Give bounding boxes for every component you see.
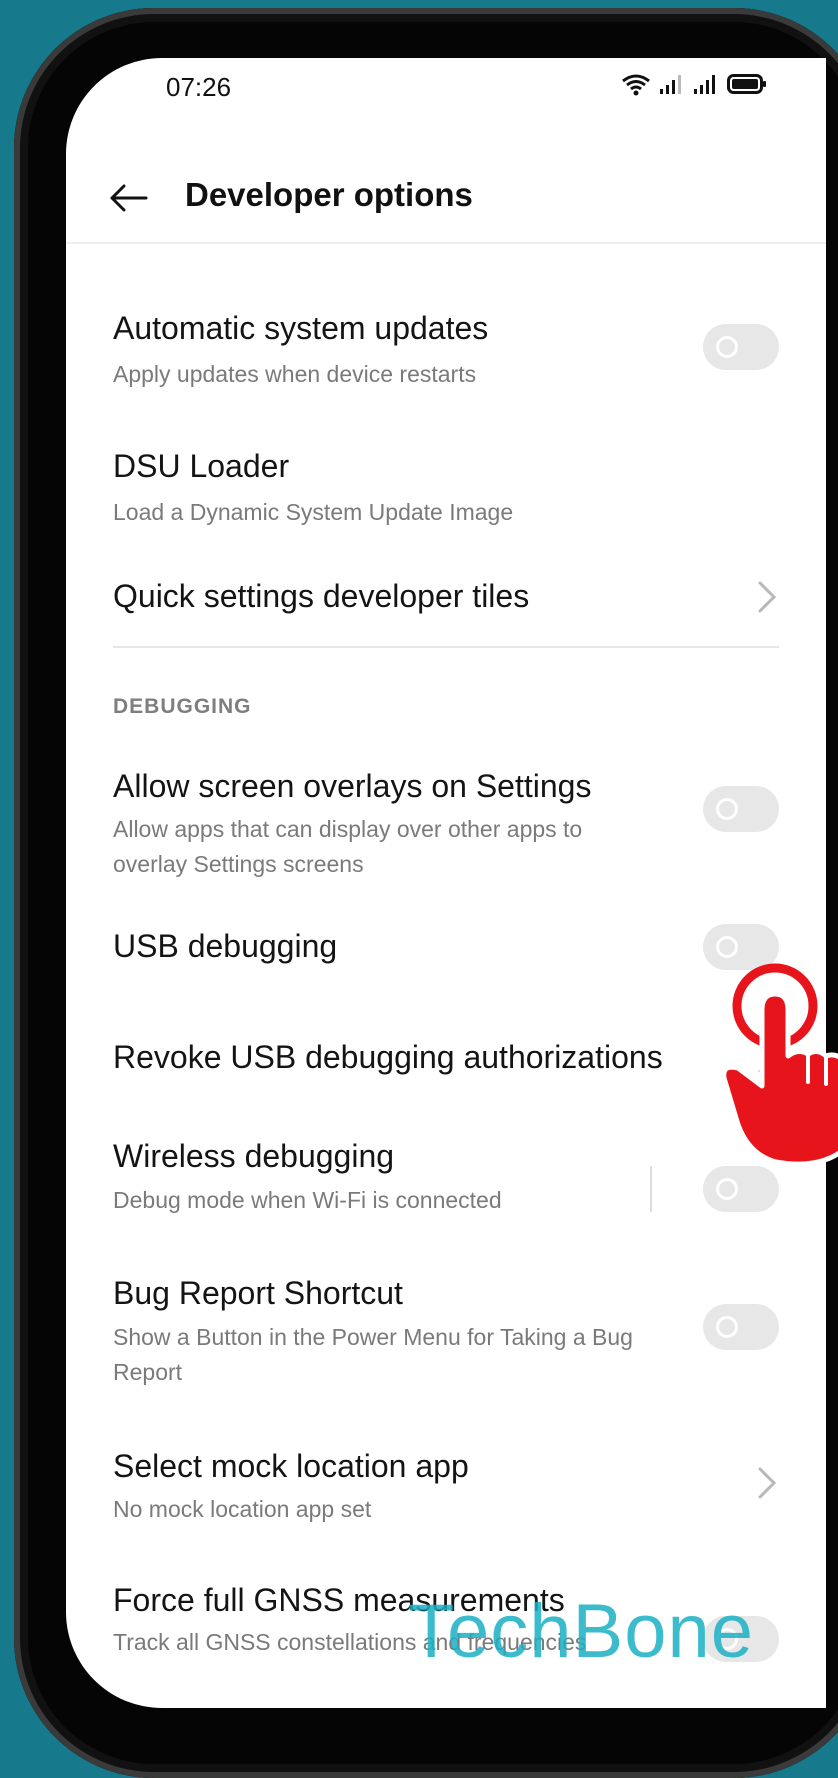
phone-screen: 07:26 Developer options Automatic system…	[66, 58, 826, 1708]
toggle-knob	[716, 1178, 738, 1200]
signal-icon	[660, 75, 681, 94]
chevron-right-icon	[758, 1467, 777, 1499]
toggle-switch[interactable]	[703, 324, 779, 370]
setting-subtitle: Allow apps that can display over other a…	[113, 816, 583, 877]
setting-title: Quick settings developer tiles	[113, 578, 530, 614]
status-icons	[621, 72, 767, 96]
setting-title: Select mock location app	[113, 1448, 469, 1484]
wifi-icon	[622, 74, 650, 96]
row-separator	[650, 1166, 652, 1212]
app-bar: Developer options	[66, 158, 826, 242]
setting-select-mock-location-app[interactable]: Select mock location app No mock locatio…	[66, 1428, 826, 1548]
toggle-knob	[716, 798, 738, 820]
setting-wireless-debugging[interactable]: Wireless debugging Debug mode when Wi-Fi…	[66, 1118, 826, 1248]
toggle-knob	[716, 936, 738, 958]
setting-bug-report-shortcut[interactable]: Bug Report Shortcut Show a Button in the…	[66, 1258, 826, 1398]
battery-icon	[727, 74, 766, 94]
setting-title: DSU Loader	[113, 448, 290, 484]
setting-title: USB debugging	[113, 928, 338, 964]
signal-icon	[694, 75, 715, 94]
status-time: 07:26	[166, 72, 232, 102]
setting-quick-settings-developer-tiles[interactable]: Quick settings developer tiles	[66, 558, 826, 658]
toggle-switch[interactable]	[703, 1166, 779, 1212]
setting-allow-screen-overlays[interactable]: Allow screen overlays on Settings Allow …	[66, 748, 826, 888]
watermark: TechBone	[408, 1589, 755, 1674]
section-header-debugging: DEBUGGING	[113, 695, 252, 718]
chevron-right-icon	[758, 581, 777, 613]
setting-title: Revoke USB debugging authorizations	[113, 1039, 663, 1075]
setting-subtitle: Load a Dynamic System Update Image	[113, 499, 514, 525]
tap-hand-icon	[721, 963, 838, 1167]
toggle-knob	[716, 336, 738, 358]
setting-title: Wireless debugging	[113, 1138, 395, 1174]
setting-automatic-system-updates[interactable]: Automatic system updates Apply updates w…	[66, 248, 826, 387]
setting-revoke-usb-debugging-authorizations[interactable]: Revoke USB debugging authorizations	[66, 1018, 826, 1118]
toggle-knob	[716, 1316, 738, 1338]
setting-subtitle: No mock location app set	[113, 1496, 372, 1522]
setting-usb-debugging[interactable]: USB debugging	[66, 908, 826, 1008]
setting-subtitle: Apply updates when device restarts	[113, 361, 477, 387]
setting-subtitle: Show a Button in the Power Menu for Taki…	[113, 1324, 633, 1385]
setting-dsu-loader[interactable]: DSU Loader Load a Dynamic System Update …	[66, 428, 826, 548]
phone-frame: 07:26 Developer options Automatic system…	[14, 8, 838, 1778]
setting-title: Bug Report Shortcut	[113, 1275, 403, 1311]
section-divider	[113, 646, 779, 648]
toggle-switch[interactable]	[703, 786, 779, 832]
back-arrow-icon	[110, 184, 148, 212]
setting-title: Allow screen overlays on Settings	[113, 768, 592, 804]
toggle-switch[interactable]	[703, 1304, 779, 1350]
back-button[interactable]	[104, 174, 152, 222]
status-bar: 07:26	[66, 58, 826, 118]
setting-subtitle: Debug mode when Wi-Fi is connected	[113, 1187, 502, 1213]
page-title: Developer options	[185, 176, 473, 213]
setting-title: Automatic system updates	[113, 310, 489, 346]
app-bar-divider	[66, 242, 826, 244]
